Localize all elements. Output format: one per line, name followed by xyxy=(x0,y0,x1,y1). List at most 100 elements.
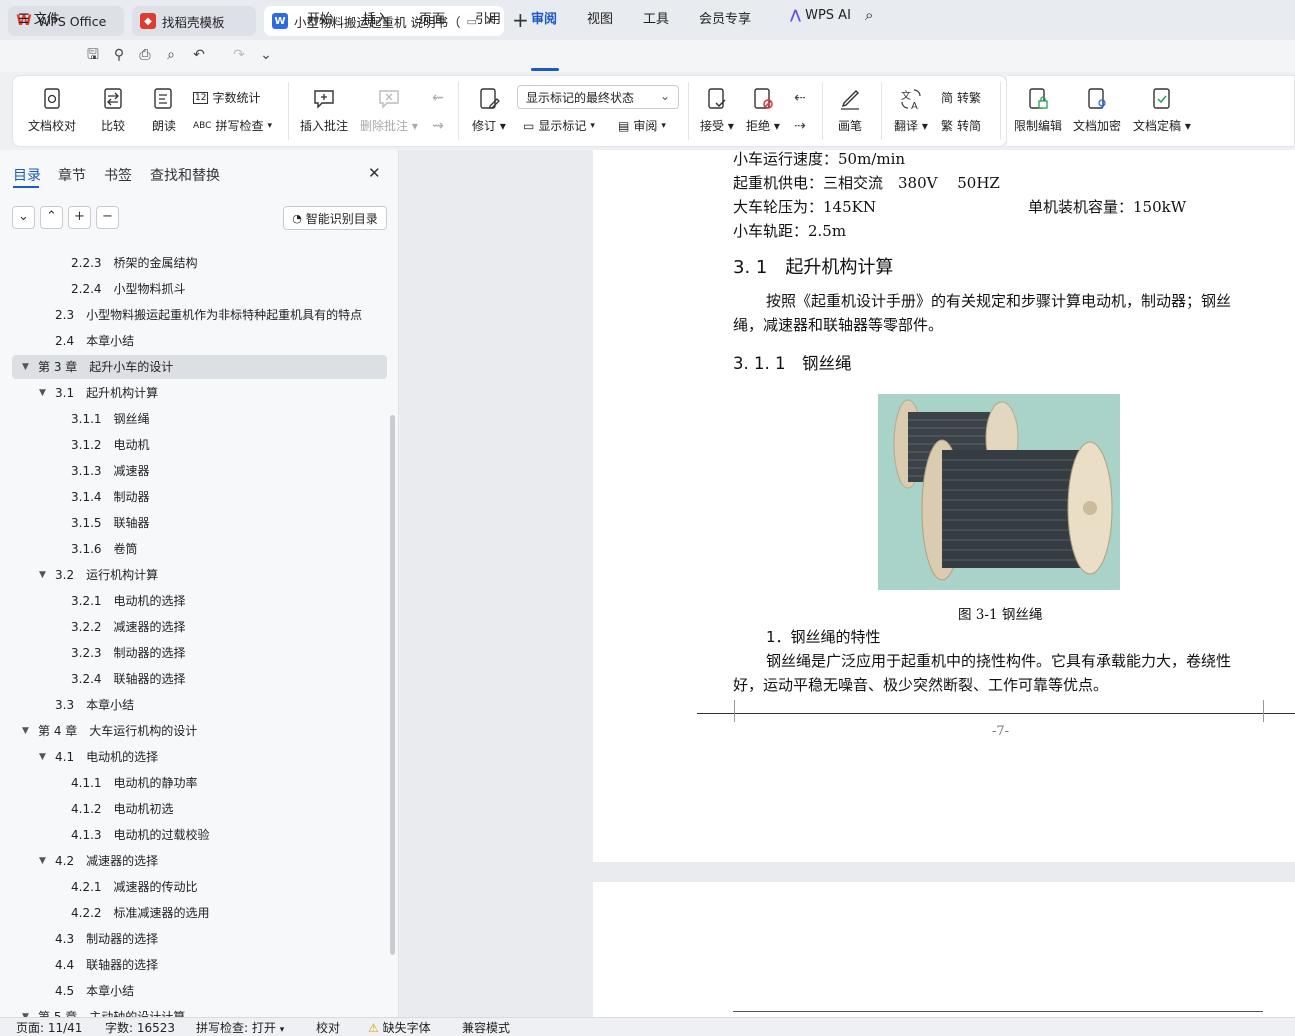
remove-heading-button[interactable]: − xyxy=(96,206,119,229)
restrict-edit-button[interactable]: 限制编辑 xyxy=(1014,86,1062,134)
to-simplified-button[interactable]: 繁 转简 xyxy=(941,117,981,134)
menu-review[interactable]: 审阅 xyxy=(531,8,557,27)
toc-item[interactable]: 2.3 小型物料搬运起重机作为非标特种起重机具有的特点 xyxy=(12,303,387,327)
toc-item[interactable]: 3.1.6 卷筒 xyxy=(12,537,387,561)
tab-chapters[interactable]: 章节 xyxy=(58,165,86,185)
more-chevron-icon[interactable]: ⌄ xyxy=(258,47,274,63)
delete-comment-button[interactable]: 删除批注 ▾ xyxy=(360,86,418,134)
toc-item[interactable]: 4.2.1 减速器的传动比 xyxy=(12,875,387,899)
expand-toggle-icon[interactable]: ▼ xyxy=(39,849,46,873)
status-spell-check[interactable]: 拼写检查: 打开 ▾ xyxy=(196,1019,284,1036)
previous-comment-icon[interactable]: ⇜ xyxy=(430,90,446,106)
menu-insert[interactable]: 插入 xyxy=(363,8,389,27)
toc-item[interactable]: 2.4 本章小结 xyxy=(12,329,387,353)
undo-icon[interactable]: ↶ xyxy=(191,47,207,63)
status-word-count[interactable]: 字数: 16523 xyxy=(105,1019,175,1036)
restrict-edit-icon xyxy=(1029,88,1048,109)
toc-item[interactable]: 4.4 联轴器的选择 xyxy=(12,953,387,977)
toc-item[interactable]: 4.1.2 电动机初选 xyxy=(12,797,387,821)
smart-toc-button[interactable]: ◔ 智能识别目录 xyxy=(283,206,387,230)
add-heading-button[interactable]: + xyxy=(68,206,91,229)
reject-button[interactable]: 拒绝 ▾ xyxy=(746,86,780,134)
spell-check-button[interactable]: ABC 拼写检查 ▾ xyxy=(193,117,272,134)
toc-item-label: 4.3 制动器的选择 xyxy=(55,932,159,946)
toc-item[interactable]: 4.2.2 标准减速器的选用 xyxy=(12,901,387,925)
to-traditional-button[interactable]: 简 转繁 xyxy=(941,89,981,106)
track-changes-button[interactable]: 修订 ▾ xyxy=(472,86,506,134)
toc-item[interactable]: 3.1.3 减速器 xyxy=(12,459,387,483)
translate-button[interactable]: 文A 翻译 ▾ xyxy=(894,86,928,134)
status-proof[interactable]: 校对 xyxy=(316,1019,340,1036)
close-icon[interactable]: ✕ xyxy=(368,164,381,182)
toc-item[interactable]: 2.2.3 桥架的金属结构 xyxy=(12,251,387,275)
toc-item[interactable]: ▼ 3.1 起升机构计算 xyxy=(12,381,387,405)
read-aloud-button[interactable]: 朗读 xyxy=(151,86,177,134)
toc-item[interactable]: ▼ 第 4 章 大车运行机构的设计 xyxy=(12,719,387,743)
doc-proof-button[interactable]: 文档校对 xyxy=(28,86,76,134)
tab-bookmarks[interactable]: 书签 xyxy=(104,165,132,185)
toc-item[interactable]: ▼ 3.2 运行机构计算 xyxy=(12,563,387,587)
save-icon[interactable]: 🖫 xyxy=(85,47,101,63)
toc-item[interactable]: ▼ 第 3 章 起升小车的设计 xyxy=(12,355,387,379)
expand-toggle-icon[interactable]: ▼ xyxy=(22,355,29,379)
word-count-button[interactable]: 12 字数统计 xyxy=(193,89,260,106)
encrypt-button[interactable]: 文档加密 xyxy=(1073,86,1121,134)
expand-toggle-icon[interactable]: ▼ xyxy=(22,719,29,743)
compare-button[interactable]: 比较 xyxy=(100,86,126,134)
status-page[interactable]: 页面: 11/41 xyxy=(16,1019,82,1036)
toc-item[interactable]: 3.2.4 联轴器的选择 xyxy=(12,667,387,691)
redo-icon[interactable]: ↷ xyxy=(231,47,247,63)
toc-item[interactable]: 3.3 本章小结 xyxy=(12,693,387,717)
collapse-all-button[interactable]: ⌄ xyxy=(12,206,35,229)
menu-view[interactable]: 视图 xyxy=(587,8,613,27)
next-change-icon[interactable]: ⇢ xyxy=(792,118,808,134)
toc-item[interactable]: 3.1.2 电动机 xyxy=(12,433,387,457)
menu-membership[interactable]: 会员专享 xyxy=(699,8,751,27)
tab-find-replace[interactable]: 查找和替换 xyxy=(150,165,220,185)
toc-item[interactable]: 3.2.3 制动器的选择 xyxy=(12,641,387,665)
tab-docer-templates[interactable]: ◆ 找稻壳模板 xyxy=(132,6,256,36)
file-menu[interactable]: ☰ 文件 xyxy=(18,8,60,27)
markup-state-select[interactable]: 显示标记的最终状态 ⌄ xyxy=(517,85,679,109)
wire-rope-figure[interactable] xyxy=(878,394,1120,590)
toc-item[interactable]: 3.1.4 制动器 xyxy=(12,485,387,509)
toc-item[interactable]: 3.2.1 电动机的选择 xyxy=(12,589,387,613)
next-comment-icon[interactable]: ⇝ xyxy=(430,118,446,134)
insert-comment-button[interactable]: 插入批注 xyxy=(300,86,348,134)
search-icon[interactable]: ⌕ xyxy=(865,6,873,24)
expand-toggle-icon[interactable]: ▼ xyxy=(39,745,46,769)
finalize-button[interactable]: 文档定稿 ▾ xyxy=(1133,86,1191,134)
toc-item[interactable]: ▼ 4.1 电动机的选择 xyxy=(12,745,387,769)
toc-scrollbar[interactable] xyxy=(390,415,395,955)
toc-item[interactable]: 3.1.5 联轴器 xyxy=(12,511,387,535)
show-markup-button[interactable]: ▭ 显示标记 ▾ xyxy=(523,117,595,134)
menu-references[interactable]: 引用 xyxy=(475,8,501,27)
toc-item-label: 4.2.2 标准减速器的选用 xyxy=(71,906,210,920)
pen-button[interactable]: 画笔 xyxy=(837,86,863,134)
menu-start[interactable]: 开始 xyxy=(307,8,333,27)
status-missing-font[interactable]: ⚠ 缺失字体 xyxy=(368,1019,431,1036)
format-painter-icon[interactable]: ⚲ xyxy=(111,47,127,63)
tab-toc[interactable]: 目录 xyxy=(13,165,41,185)
new-tab-icon[interactable]: + xyxy=(512,8,529,32)
move-up-button[interactable]: ⌃ xyxy=(40,206,63,229)
accept-button[interactable]: 接受 ▾ xyxy=(700,86,734,134)
toc-item[interactable]: 3.1.1 钢丝绳 xyxy=(12,407,387,431)
toc-item[interactable]: 3.2.2 减速器的选择 xyxy=(12,615,387,639)
print-icon[interactable]: ⎙ xyxy=(137,47,153,63)
menu-page[interactable]: 页面 xyxy=(419,8,445,27)
toc-item[interactable]: 4.5 本章小结 xyxy=(12,979,387,1003)
previous-change-icon[interactable]: ⇠ xyxy=(792,90,808,106)
toc-item[interactable]: 2.2.4 小型物料抓斗 xyxy=(12,277,387,301)
wps-ai-button[interactable]: ⋀ WPS AI xyxy=(790,8,851,23)
toc-item[interactable]: 4.1.3 电动机的过载校验 xyxy=(12,823,387,847)
toc-item[interactable]: ▼ 4.2 减速器的选择 xyxy=(12,849,387,873)
toc-item[interactable]: 4.3 制动器的选择 xyxy=(12,927,387,951)
print-preview-icon[interactable]: ⌕ xyxy=(163,47,179,63)
expand-toggle-icon[interactable]: ▼ xyxy=(39,381,46,405)
toc-item[interactable]: 4.1.1 电动机的静功率 xyxy=(12,771,387,795)
menu-tools[interactable]: 工具 xyxy=(643,8,669,27)
toc-item-label: 4.1 电动机的选择 xyxy=(55,750,159,764)
expand-toggle-icon[interactable]: ▼ xyxy=(39,563,46,587)
review-pane-button[interactable]: ▤ 审阅 ▾ xyxy=(618,117,666,134)
